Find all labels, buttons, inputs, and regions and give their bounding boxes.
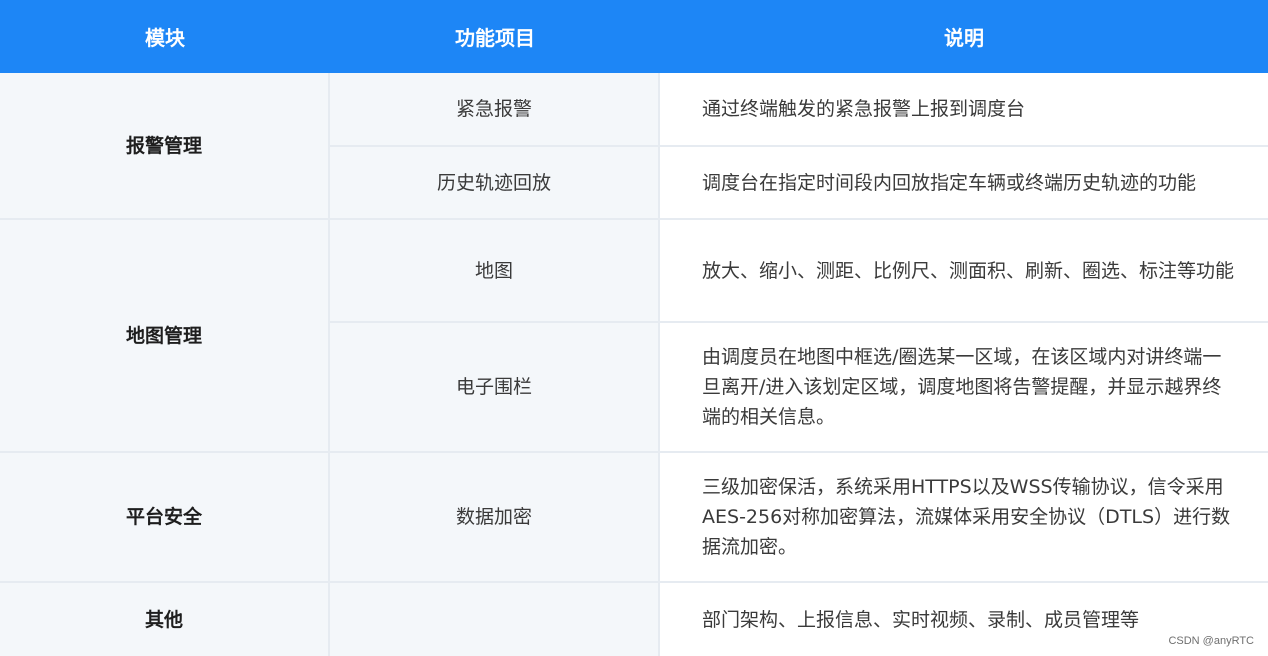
description-cell-emergency-alarm: 通过终端触发的紧急报警上报到调度台: [660, 73, 1268, 147]
description-cell-geofence: 由调度员在地图中框选/圈选某一区域，在该区域内对讲终端一旦离开/进入该划定区域，…: [660, 323, 1268, 453]
watermark: CSDN @anyRTC: [1168, 635, 1254, 647]
table-header: 模块 功能项目 说明: [0, 0, 1268, 73]
feature-cell-emergency-alarm: 紧急报警: [330, 73, 660, 147]
description-cell-map: 放大、缩小、测距、比例尺、测面积、刷新、圈选、标注等功能: [660, 220, 1268, 323]
module-cell-security: 平台安全: [0, 453, 330, 583]
module-cell-other: 其他: [0, 583, 330, 656]
feature-table: 模块 功能项目 说明 报警管理 紧急报警 通过终端触发的紧急报警上报到调度台 历…: [0, 0, 1268, 656]
feature-cell-track-playback: 历史轨迹回放: [330, 147, 660, 220]
header-description: 说明: [944, 26, 984, 50]
feature-cell-encryption: 数据加密: [330, 453, 660, 583]
feature-cell-other: [330, 583, 660, 656]
module-cell-map: 地图管理: [0, 220, 330, 453]
description-cell-track-playback: 调度台在指定时间段内回放指定车辆或终端历史轨迹的功能: [660, 147, 1268, 220]
description-cell-encryption: 三级加密保活，系统采用HTTPS以及WSS传输协议，信令采用AES-256对称加…: [660, 453, 1268, 583]
feature-cell-map: 地图: [330, 220, 660, 323]
module-cell-alarm: 报警管理: [0, 73, 330, 220]
feature-cell-geofence: 电子围栏: [330, 323, 660, 453]
header-module: 模块: [145, 26, 185, 50]
header-feature: 功能项目: [455, 26, 535, 50]
